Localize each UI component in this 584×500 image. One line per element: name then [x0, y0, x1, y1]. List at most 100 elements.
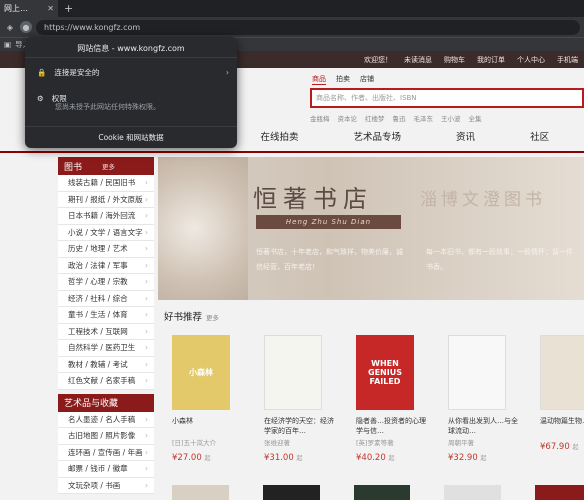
book-cover[interactable] — [353, 485, 411, 500]
sidebar-item[interactable]: 邮票 / 钱币 / 徽章 › — [58, 461, 154, 478]
topnav-orders[interactable]: 我的订单 — [477, 55, 505, 65]
sidebar-item[interactable]: 文玩杂项 / 书画 › — [58, 477, 154, 494]
sidebar-item[interactable]: 红色文献 / 名家手稿 › — [58, 373, 154, 390]
topnav-messages[interactable]: 未读消息 — [404, 55, 432, 65]
price-unit: 起 — [388, 455, 395, 462]
hot-keyword[interactable]: 鲁迅 — [393, 113, 406, 123]
book-author: 张维迎著 — [264, 439, 290, 447]
lock-icon[interactable]: ● — [20, 21, 32, 33]
price-value: ¥32.90 — [448, 453, 478, 463]
sidebar-item[interactable]: 童书 / 生活 / 体育 › — [58, 307, 154, 324]
search-input[interactable]: 商品名称、作者、出版社、ISBN — [310, 88, 584, 108]
price-unit: 起 — [296, 455, 303, 462]
nav-community[interactable]: 社区 — [530, 129, 549, 143]
sidebar-item[interactable]: 名人墨迹 / 名人手稿 › — [58, 411, 154, 428]
more-link[interactable]: 更多 — [206, 312, 219, 322]
sidebar-item[interactable]: 小说 / 文学 / 语言文字 › — [58, 224, 154, 241]
sidebar-item[interactable]: 政治 / 法律 / 军事 › — [58, 257, 154, 274]
sidebar-item-label: 小说 / 文学 / 语言文字 — [68, 227, 143, 237]
book-cover[interactable] — [535, 485, 584, 500]
hot-keyword[interactable]: 王小波 — [441, 113, 461, 123]
chevron-right-icon: › — [145, 376, 148, 386]
new-tab-icon[interactable]: + — [58, 2, 73, 15]
book-cover[interactable] — [448, 335, 506, 410]
sidebar-item[interactable]: 经济 / 社科 / 综合 › — [58, 290, 154, 307]
sidebar-item[interactable]: 自然科学 / 医药卫生 › — [58, 340, 154, 357]
price-unit: 起 — [480, 455, 487, 462]
price-unit: 起 — [572, 444, 579, 451]
book-price: ¥31.00 起 — [254, 453, 346, 463]
connection-secure-row[interactable]: 🔒 连接是安全的 › — [25, 62, 237, 82]
sidebar-item[interactable]: 期刊 / 报纸 / 外文原版 › — [58, 191, 154, 208]
banner-pinyin: Heng Zhu Shu Dian — [256, 215, 401, 229]
sidebar-item-label: 古旧地图 / 照片影像 — [68, 431, 136, 441]
book-cover[interactable] — [262, 485, 320, 500]
price-value: ¥67.90 — [540, 442, 570, 452]
chevron-right-icon: › — [145, 260, 148, 270]
chevron-right-icon: › — [145, 194, 148, 204]
sidebar-item[interactable]: 工程技术 / 互联网 › — [58, 323, 154, 340]
topnav-mobile[interactable]: 手机端 — [557, 55, 578, 65]
shield-icon[interactable]: ◈ — [4, 21, 16, 33]
book-cover[interactable] — [172, 485, 229, 500]
book-card[interactable]: WHEN GENIUS FAILED 隐者善…投资者的心理学与信… [英]罗素等著 ¥… — [346, 335, 438, 463]
sidebar-head-label: 艺术品与收藏 — [64, 399, 119, 409]
hot-keyword[interactable]: 红楼梦 — [365, 113, 385, 123]
category-sidebar: 图书 更多 线装古籍 / 民国旧书 › 期刊 / 报纸 / 外文原版 › 日本书籍 … — [58, 157, 154, 494]
chevron-right-icon: › — [145, 326, 148, 336]
sidebar-item-label: 工程技术 / 互联网 — [68, 326, 128, 336]
sidebar-item[interactable]: 历史 / 地理 / 艺术 › — [58, 241, 154, 258]
book-title[interactable]: 隐者善…投资者的心理学与信… — [346, 416, 432, 436]
sidebar-item[interactable]: 古旧地图 / 照片影像 › — [58, 428, 154, 445]
book-title[interactable]: 从你看出发到人…与全球流动… — [438, 416, 524, 436]
chevron-right-icon: › — [145, 178, 148, 188]
book-title[interactable]: 小森林 — [162, 416, 248, 436]
hot-keyword[interactable]: 毛泽东 — [414, 113, 434, 123]
cookie-button[interactable]: Cookie 和网站数据 — [25, 126, 237, 148]
hot-keyword[interactable]: 金瓶梅 — [310, 113, 330, 123]
search-tab-auction[interactable]: 拍卖 — [336, 74, 350, 85]
permission-desc: 您尚未授予此网站任何特殊权限。 — [55, 103, 160, 111]
book-list-row2 — [162, 485, 584, 500]
book-cover[interactable]: 小森林 — [172, 335, 230, 410]
book-title[interactable]: 在经济学的天空：经济学家的百年… — [254, 416, 340, 436]
sidebar-item-label: 日本书籍 / 海外回流 — [68, 211, 136, 221]
sidebar-head-books[interactable]: 图书 更多 — [58, 157, 154, 175]
book-title[interactable]: 温动物篇生物… — [530, 416, 584, 436]
section-title: 好书推荐 — [164, 312, 203, 323]
nav-news[interactable]: 资讯 — [456, 129, 475, 143]
hot-keyword[interactable]: 全集 — [469, 113, 482, 123]
hot-keyword[interactable]: 资本论 — [338, 113, 358, 123]
sidebar-more-link[interactable]: 更多 — [102, 161, 115, 171]
sidebar-head-art[interactable]: 艺术品与收藏 — [58, 393, 154, 412]
chevron-right-icon: › — [145, 293, 148, 303]
search-tab-shop[interactable]: 店铺 — [360, 74, 374, 85]
book-cover[interactable] — [540, 335, 584, 410]
sidebar-item[interactable]: 连环画 / 宣传画 / 年画 › — [58, 444, 154, 461]
book-card[interactable]: 从你看出发到人…与全球流动… 周朝平著 ¥32.90 起 — [438, 335, 530, 463]
banner-decoration — [158, 157, 248, 300]
topnav-welcome[interactable]: 欢迎您！ — [364, 55, 392, 65]
browser-tab[interactable]: 网上… ✕ — [0, 0, 58, 17]
sidebar-item-label: 教材 / 教辅 / 考试 — [68, 359, 128, 369]
book-cover[interactable] — [264, 335, 322, 410]
sidebar-item[interactable]: 哲学 / 心理 / 宗教 › — [58, 274, 154, 291]
chevron-right-icon: › — [145, 227, 148, 237]
book-cover[interactable] — [444, 485, 502, 500]
close-icon[interactable]: ✕ — [47, 4, 54, 13]
sidebar-item[interactable]: 线装古籍 / 民国旧书 › — [58, 175, 154, 192]
topnav-cart[interactable]: 购物车 — [444, 55, 465, 65]
nav-auction[interactable]: 在线拍卖 — [261, 129, 299, 143]
sidebar-item[interactable]: 日本书籍 / 海外回流 › — [58, 208, 154, 225]
chevron-right-icon: › — [145, 480, 148, 490]
sidebar-item[interactable]: 教材 / 教辅 / 考试 › — [58, 356, 154, 373]
book-card[interactable]: 在经济学的天空：经济学家的百年… 张维迎著 ¥31.00 起 — [254, 335, 346, 463]
book-card[interactable]: 温动物篇生物… ¥67.90 起 — [530, 335, 584, 463]
search-tab-products[interactable]: 商品 — [312, 74, 326, 85]
address-bar[interactable]: https://www.kongfz.com — [36, 19, 580, 35]
nav-art[interactable]: 艺术品专场 — [354, 129, 402, 143]
shop-banner[interactable]: 恒著书店 Heng Zhu Shu Dian 淄博文澄图书 恒著书店，十年老店，… — [158, 157, 584, 300]
topnav-profile[interactable]: 个人中心 — [517, 55, 545, 65]
book-card[interactable]: 小森林 小森林 [日]五十岚大介 ¥27.00 起 — [162, 335, 254, 463]
book-cover[interactable]: WHEN GENIUS FAILED — [356, 335, 414, 410]
